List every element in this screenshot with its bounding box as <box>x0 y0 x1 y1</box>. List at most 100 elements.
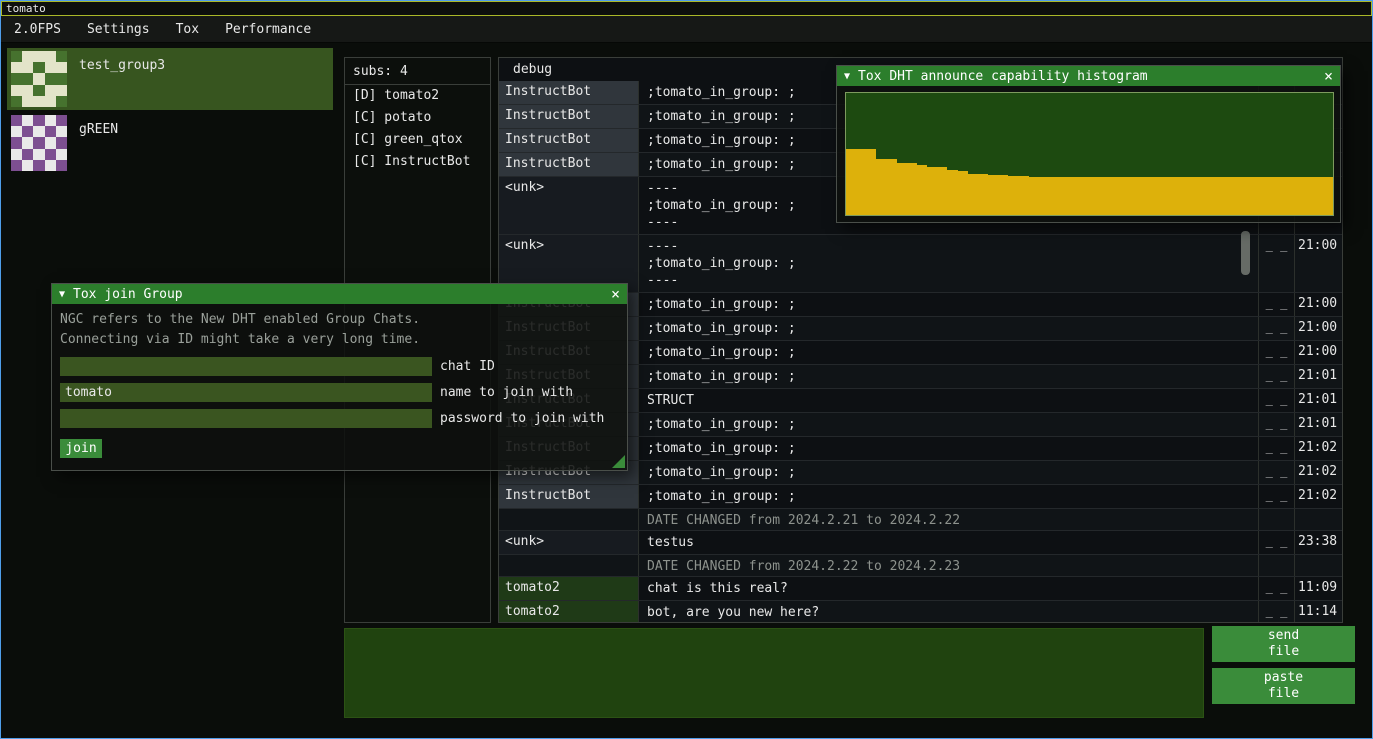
avatar-pixel <box>45 137 56 148</box>
histogram-bar <box>947 170 957 215</box>
histogram-bar <box>1231 177 1241 215</box>
avatar-pixel <box>33 115 44 126</box>
histogram-bar <box>1191 177 1201 215</box>
histogram-bar <box>988 175 998 215</box>
message-flags: _ _ <box>1259 389 1295 412</box>
message-flags: _ _ <box>1259 365 1295 388</box>
message-time <box>1295 555 1342 576</box>
histogram-bar <box>998 175 1008 215</box>
close-icon[interactable]: × <box>1324 69 1333 84</box>
send-file-button[interactable]: send file <box>1212 626 1355 662</box>
message-flags: _ _ <box>1259 531 1295 554</box>
histogram-bar <box>1120 177 1130 215</box>
date-changed-text: DATE CHANGED from 2024.2.22 to 2024.2.23 <box>639 555 1259 576</box>
message-flags: _ _ <box>1259 461 1295 484</box>
join-name-label: name to join with <box>440 385 573 400</box>
sender-name <box>499 555 639 576</box>
wm-titlebar[interactable]: tomato <box>1 1 1372 16</box>
chat-row[interactable]: tomato2bot, are you new here?_ _11:14 <box>499 601 1342 622</box>
chat-id-input[interactable] <box>60 357 432 376</box>
paste-file-button[interactable]: paste file <box>1212 668 1355 704</box>
sender-name: <unk> <box>499 531 639 554</box>
group-item-green[interactable]: gREEN <box>7 112 333 174</box>
menu-performance[interactable]: Performance <box>212 16 324 42</box>
message-flags: _ _ <box>1259 485 1295 508</box>
avatar-pixel <box>22 96 33 107</box>
histogram-window-titlebar[interactable]: ▼ Tox DHT announce capability histogram … <box>837 66 1340 86</box>
avatar-pixel <box>56 115 67 126</box>
close-icon[interactable]: × <box>611 287 620 302</box>
avatar-pixel <box>33 73 44 84</box>
member-item[interactable]: [D] tomato2 <box>345 85 490 107</box>
histogram-bar <box>907 163 917 215</box>
menu-settings[interactable]: Settings <box>74 16 163 42</box>
app-window: tomato 2.0FPS SettingsToxPerformance tes… <box>0 0 1373 739</box>
fps-indicator: 2.0FPS <box>1 16 74 42</box>
histogram-bar <box>1059 177 1069 215</box>
message-time: 21:02 <box>1295 485 1342 508</box>
member-item[interactable]: [C] InstructBot <box>345 151 490 173</box>
histogram-bar <box>1252 177 1262 215</box>
histogram-window: ▼ Tox DHT announce capability histogram … <box>836 65 1341 223</box>
chat-scrollbar[interactable] <box>1241 231 1250 275</box>
join-group-window: ▼ Tox join Group × NGC refers to the New… <box>51 283 628 471</box>
collapse-arrow-icon[interactable]: ▼ <box>59 289 65 300</box>
histogram-bar <box>1241 177 1251 215</box>
histogram-bar <box>1130 177 1140 215</box>
avatar-pixel <box>33 160 44 171</box>
histogram-bar <box>1312 177 1322 215</box>
collapse-arrow-icon[interactable]: ▼ <box>844 71 850 82</box>
join-window-title: Tox join Group <box>73 287 603 302</box>
avatar-pixel <box>22 149 33 160</box>
chat-row[interactable]: <unk>testus_ _23:38 <box>499 531 1342 555</box>
avatar-pixel <box>11 149 22 160</box>
avatar-pixel <box>11 115 22 126</box>
histogram-bar <box>978 174 988 215</box>
histogram-bar <box>1272 177 1282 215</box>
avatar-pixel <box>56 126 67 137</box>
join-button[interactable]: join <box>60 439 102 458</box>
message-text: bot, are you new here? <box>639 601 1259 622</box>
histogram-bar <box>887 159 897 215</box>
histogram-bar <box>846 149 856 215</box>
field-row: tomato name to join with <box>60 383 619 402</box>
member-item[interactable]: [C] green_qtox <box>345 129 490 151</box>
group-avatar <box>11 51 67 107</box>
group-item-test_group3[interactable]: test_group3 <box>7 48 333 110</box>
menu-tox[interactable]: Tox <box>163 16 212 42</box>
message-text: ;tomato_in_group: ; <box>639 461 1259 484</box>
avatar-pixel <box>22 62 33 73</box>
avatar-pixel <box>56 137 67 148</box>
message-text: ;tomato_in_group: ; <box>639 341 1259 364</box>
member-item[interactable]: [C] potato <box>345 107 490 129</box>
avatar-pixel <box>45 115 56 126</box>
join-window-titlebar[interactable]: ▼ Tox join Group × <box>52 284 627 304</box>
join-fields: chat ID tomato name to join with password t… <box>60 357 619 428</box>
avatar-pixel <box>11 96 22 107</box>
message-input[interactable] <box>344 628 1204 718</box>
histogram-bar <box>1029 177 1039 215</box>
chat-row[interactable]: InstructBot;tomato_in_group: ;_ _21:02 <box>499 485 1342 509</box>
histogram-plot <box>845 92 1334 216</box>
message-text: chat is this real? <box>639 577 1259 600</box>
avatar-pixel <box>22 85 33 96</box>
resize-grip-icon[interactable] <box>612 455 625 468</box>
join-password-input[interactable] <box>60 409 432 428</box>
chat-row[interactable]: tomato2chat is this real?_ _11:09 <box>499 577 1342 601</box>
avatar-pixel <box>33 85 44 96</box>
join-name-input[interactable]: tomato <box>60 383 432 402</box>
members-header: subs: 4 <box>345 58 490 85</box>
histogram-bar <box>1039 177 1049 215</box>
message-time: 11:14 <box>1295 601 1342 622</box>
tab-debug[interactable]: debug <box>513 62 552 77</box>
sender-name: InstructBot <box>499 105 639 128</box>
histogram-bar <box>1323 177 1333 215</box>
avatar-pixel <box>33 126 44 137</box>
field-row: chat ID <box>60 357 619 376</box>
histogram-bar <box>1018 176 1028 215</box>
sender-name: <unk> <box>499 177 639 234</box>
avatar-pixel <box>45 126 56 137</box>
message-flags: _ _ <box>1259 413 1295 436</box>
field-row: password to join with <box>60 409 619 428</box>
message-flags <box>1259 509 1295 530</box>
